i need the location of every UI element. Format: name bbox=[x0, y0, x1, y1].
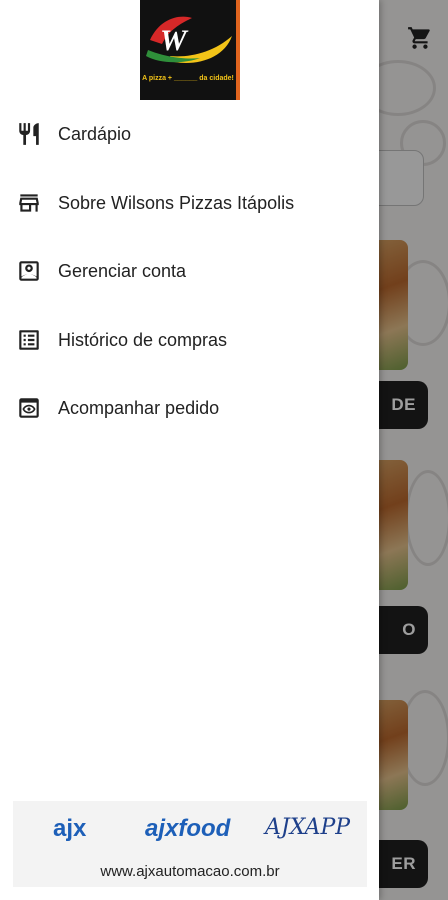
restaurant-icon bbox=[16, 121, 42, 147]
menu-item-cardapio[interactable]: Cardápio bbox=[0, 100, 379, 168]
menu-item-gerenciar-conta[interactable]: Gerenciar conta bbox=[0, 237, 379, 305]
brand-ajxapp: AJXAPP bbox=[265, 815, 351, 840]
brand-ajx: ajx bbox=[53, 815, 87, 842]
menu-item-acompanhar[interactable]: Acompanhar pedido bbox=[0, 374, 379, 442]
menu-item-label: Cardápio bbox=[58, 123, 132, 144]
menu-item-sobre[interactable]: Sobre Wilsons Pizzas Itápolis bbox=[0, 169, 379, 237]
svg-text:W: W bbox=[160, 24, 189, 57]
menu-item-label: Sobre Wilsons Pizzas Itápolis bbox=[58, 192, 295, 213]
receipt-list-icon bbox=[16, 327, 42, 353]
eye-icon bbox=[16, 395, 42, 421]
menu-item-label: Gerenciar conta bbox=[58, 260, 187, 281]
sponsor-footer: ajx ajxfood AJXAPP www.ajxautomacao.com.… bbox=[13, 801, 367, 887]
menu-item-label: Acompanhar pedido bbox=[58, 397, 220, 418]
navigation-drawer: W A pizza + ______ da cidade! Cardápio S… bbox=[0, 0, 379, 900]
store-icon bbox=[16, 190, 42, 216]
logo-graphic: W A pizza + ______ da cidade! bbox=[140, 0, 236, 100]
menu-item-historico[interactable]: Histórico de compras bbox=[0, 306, 379, 374]
svg-text:A pizza + ______ da cidade!: A pizza + ______ da cidade! bbox=[142, 75, 234, 82]
menu-item-label: Histórico de compras bbox=[58, 329, 228, 350]
restaurant-logo: W A pizza + ______ da cidade! bbox=[140, 0, 240, 100]
brand-ajxfood: ajxfood bbox=[145, 815, 231, 842]
footer-url[interactable]: www.ajxautomacao.com.br bbox=[13, 863, 367, 880]
account-box-icon bbox=[16, 258, 42, 284]
